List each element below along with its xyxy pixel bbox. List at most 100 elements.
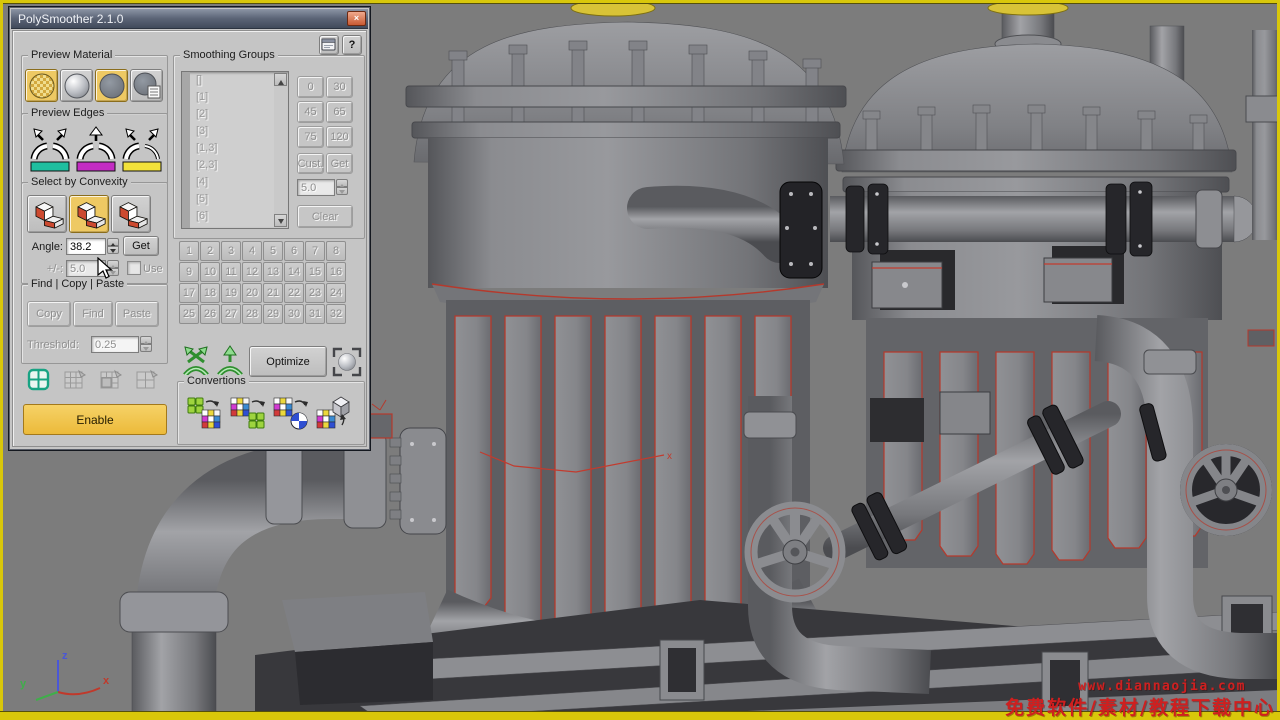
threshold-spinner[interactable]: [140, 336, 152, 353]
angle-get-button[interactable]: Get: [123, 236, 159, 256]
sg-number-button[interactable]: 6: [284, 241, 304, 261]
screen: x: [0, 0, 1280, 720]
quick-angle-button[interactable]: 65: [326, 101, 353, 123]
sg-number-button[interactable]: 5: [263, 241, 283, 261]
threshold-label: Threshold:: [27, 339, 79, 351]
material-flat-button[interactable]: [95, 69, 128, 102]
enable-button[interactable]: Enable: [23, 404, 167, 435]
sg-number-button[interactable]: 20: [242, 283, 262, 303]
sg-number-button[interactable]: 17: [179, 283, 199, 303]
sg-number-button[interactable]: 19: [221, 283, 241, 303]
angle-spinner[interactable]: [107, 238, 119, 255]
sg-number-button[interactable]: 3: [221, 241, 241, 261]
sg-number-button[interactable]: 22: [284, 283, 304, 303]
sg-angle-spinner[interactable]: [336, 179, 348, 196]
list-scrollbar[interactable]: [274, 73, 287, 227]
sg-angle-field[interactable]: [297, 179, 335, 196]
convex-edges-button[interactable]: [29, 125, 71, 173]
get-angle-button[interactable]: Get: [326, 153, 353, 174]
sg-number-button[interactable]: 21: [263, 283, 283, 303]
sg-number-button[interactable]: 13: [263, 262, 283, 282]
pick-group-button-2[interactable]: [97, 367, 125, 393]
sg-number-button[interactable]: 27: [221, 304, 241, 324]
sg-number-button[interactable]: 16: [326, 262, 346, 282]
title-bar[interactable]: PolySmoother 2.1.0: [11, 9, 368, 29]
angle-field[interactable]: [66, 238, 106, 255]
use-label: Use: [143, 263, 163, 275]
convert-quads-to-groups-button[interactable]: [186, 395, 224, 431]
find-button[interactable]: Find: [73, 301, 113, 327]
sg-number-button[interactable]: 1: [179, 241, 199, 261]
use-checkbox[interactable]: [127, 261, 141, 275]
convert-groups-to-mesh-button[interactable]: [315, 395, 353, 431]
quick-angle-button[interactable]: 75: [297, 126, 324, 148]
quick-angle-button[interactable]: 45: [297, 101, 324, 123]
sg-number-button[interactable]: 12: [242, 262, 262, 282]
svg-text:y: y: [20, 678, 27, 690]
sg-number-button[interactable]: 31: [305, 304, 325, 324]
sg-number-button[interactable]: 23: [305, 283, 325, 303]
sg-number-button[interactable]: 18: [200, 283, 220, 303]
crossed-arrows-icon: [181, 345, 211, 379]
smoothing-groups-list[interactable]: [][1][2][3][1,3][2,3][4][5][6]: [181, 71, 289, 229]
paste-button[interactable]: Paste: [115, 301, 159, 327]
custom-angle-button[interactable]: Cust.: [297, 153, 324, 174]
copy-button[interactable]: Copy: [27, 301, 71, 327]
optimize-button[interactable]: Optimize: [249, 346, 327, 377]
select-both-button[interactable]: [69, 195, 109, 233]
sg-number-button[interactable]: 11: [221, 262, 241, 282]
quick-angle-button[interactable]: 120: [326, 126, 353, 148]
watermark-url: www.diannaojia.com: [1078, 679, 1246, 694]
sg-number-button[interactable]: 24: [326, 283, 346, 303]
sg-number-button[interactable]: 30: [284, 304, 304, 324]
help-button[interactable]: ?: [342, 35, 362, 55]
preview-sphere-button[interactable]: [331, 346, 363, 378]
groups-to-sphere-icon: [272, 395, 310, 431]
grid-active-icon: [26, 368, 52, 392]
material-checker-button[interactable]: [25, 69, 58, 102]
close-button[interactable]: ×: [347, 11, 366, 26]
sg-number-button[interactable]: 25: [179, 304, 199, 324]
convex-step-icon: [30, 199, 64, 230]
clear-button[interactable]: Clear: [297, 205, 353, 228]
convert-groups-to-quads-button[interactable]: [229, 395, 267, 431]
quick-angle-button[interactable]: 0: [297, 76, 324, 98]
concave-edges-button[interactable]: [75, 125, 117, 173]
unify-edges-button[interactable]: [215, 345, 245, 379]
sg-number-button[interactable]: 14: [284, 262, 304, 282]
convert-groups-to-material-button[interactable]: [272, 395, 310, 431]
dialog-window-icon: [321, 38, 337, 52]
mixed-edges-button[interactable]: [121, 125, 163, 173]
display-all-groups-button[interactable]: [25, 367, 53, 393]
sg-number-button[interactable]: 9: [179, 262, 199, 282]
preview-material-label: Preview Material: [28, 49, 115, 61]
checker-sphere-icon: [28, 72, 56, 100]
material-shiny-button[interactable]: [60, 69, 93, 102]
select-convex-button[interactable]: [27, 195, 67, 233]
sg-number-button[interactable]: 29: [263, 304, 283, 324]
sg-number-button[interactable]: 2: [200, 241, 220, 261]
grid-pick-icon: [98, 368, 124, 392]
threshold-field[interactable]: [91, 336, 139, 353]
break-edges-button[interactable]: [181, 345, 211, 379]
sg-number-button[interactable]: 15: [305, 262, 325, 282]
select-concave-button[interactable]: [111, 195, 151, 233]
sg-number-button[interactable]: 7: [305, 241, 325, 261]
sg-number-button[interactable]: 28: [242, 304, 262, 324]
sg-number-button[interactable]: 4: [242, 241, 262, 261]
sg-number-button[interactable]: 10: [200, 262, 220, 282]
sg-number-button[interactable]: 32: [326, 304, 346, 324]
quads-to-groups-icon: [186, 395, 224, 431]
scroll-down-button[interactable]: [274, 214, 287, 227]
scroll-up-button[interactable]: [274, 73, 287, 86]
groups-to-mesh-icon: [315, 395, 353, 431]
window-title: PolySmoother 2.1.0: [18, 12, 123, 26]
sg-number-button[interactable]: 8: [326, 241, 346, 261]
svg-text:x: x: [103, 675, 110, 687]
quick-angle-button[interactable]: 30: [326, 76, 353, 98]
material-properties-button[interactable]: [130, 69, 163, 102]
sg-number-button[interactable]: 26: [200, 304, 220, 324]
pick-group-button-3[interactable]: [133, 367, 161, 393]
about-button[interactable]: [319, 35, 339, 55]
pick-group-button-1[interactable]: [61, 367, 89, 393]
